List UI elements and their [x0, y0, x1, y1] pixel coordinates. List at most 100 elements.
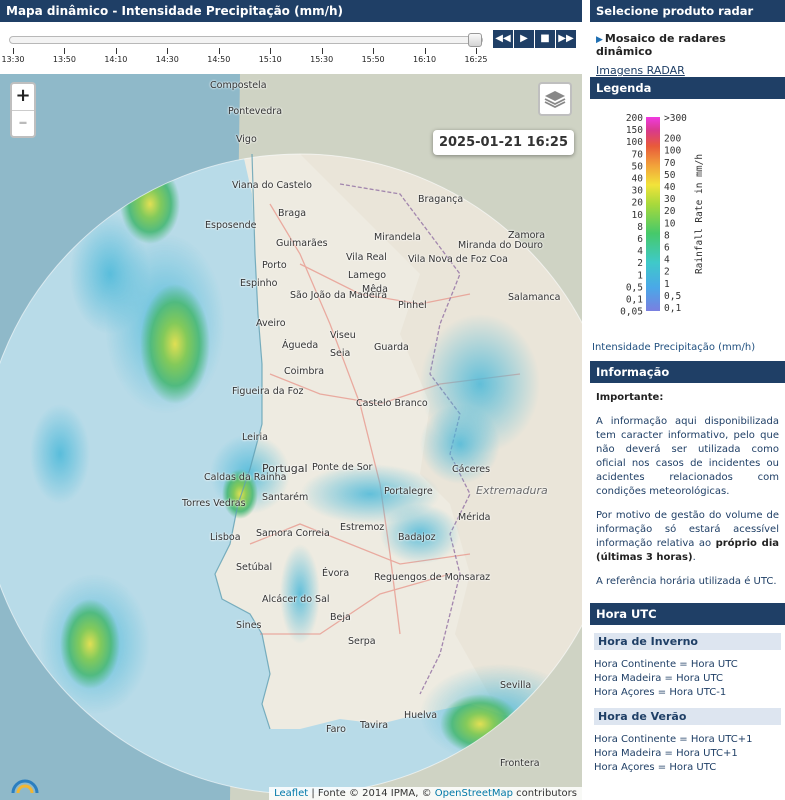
map-label-salamanca: Salamanca: [508, 292, 561, 303]
info-important-label: Importante: [596, 392, 660, 403]
time-tick-label[interactable]: 15:50: [362, 55, 385, 64]
winter-time-list: Hora Continente = Hora UTC Hora Madeira …: [590, 658, 785, 700]
time-tick-label[interactable]: 15:10: [259, 55, 282, 64]
map-label-braganca: Bragança: [418, 194, 464, 205]
info-panel: Importante: A informação aqui disponibil…: [590, 391, 785, 589]
time-slider-handle[interactable]: [468, 33, 482, 47]
map-label-santarem: Santarém: [262, 492, 309, 503]
legend-right-label: 70: [664, 158, 676, 169]
legend-left-label: 0,5: [626, 282, 643, 293]
time-tick-label[interactable]: 13:30: [1, 55, 24, 64]
time-tick-label[interactable]: 15:30: [310, 55, 333, 64]
legend-left-label: 2: [637, 258, 643, 269]
zoom-out-button[interactable]: –: [12, 110, 34, 136]
time-tick-label[interactable]: 13:50: [53, 55, 76, 64]
summer-madeira: Hora Madeira = Hora UTC+1: [594, 748, 738, 759]
radar-map[interactable]: Compostela Pontevedra Vigo Viana do Castelo…: [0, 74, 582, 800]
map-label-sines: Sines: [236, 620, 262, 631]
legend-right-label: 1: [664, 279, 670, 290]
time-tick-label[interactable]: 14:10: [104, 55, 127, 64]
map-label-badajoz: Badajoz: [398, 532, 436, 543]
map-label-evora: Évora: [322, 568, 350, 579]
time-tick-label[interactable]: 14:50: [207, 55, 230, 64]
legend-header: Legenda: [590, 77, 785, 99]
forward-button[interactable]: ▶▶: [556, 30, 576, 48]
layers-button[interactable]: [538, 82, 572, 116]
osm-link[interactable]: OpenStreetMap: [435, 788, 513, 799]
sidebar: Selecione produto radar ▶ Mosaico de rada…: [590, 0, 785, 800]
legend-left-label: 150: [626, 125, 643, 136]
radar-images-link[interactable]: Imagens RADAR: [596, 64, 685, 77]
map-label-seia: Seia: [330, 348, 351, 359]
stop-button[interactable]: ■: [535, 30, 555, 48]
legend-left-label: 8: [637, 222, 643, 233]
time-tick-label[interactable]: 16:10: [413, 55, 436, 64]
summer-time-header: Hora de Verão: [594, 708, 781, 725]
winter-madeira: Hora Madeira = Hora UTC: [594, 673, 723, 684]
legend-right-label: 30: [664, 194, 676, 205]
info-paragraph-3: A referência horária utilizada é UTC.: [596, 576, 777, 587]
map-label-guimaraes: Guimarães: [276, 238, 328, 249]
map-label-faro: Faro: [326, 724, 346, 735]
map-label-viana: Viana do Castelo: [232, 180, 312, 191]
map-label-setubal: Setúbal: [236, 562, 273, 573]
playback-controls: ◀◀ ▶ ■ ▶▶: [492, 30, 576, 48]
legend-left-label: 200: [626, 113, 643, 124]
map-label-samora: Samora Correia: [256, 528, 330, 539]
map-label-tavira: Tavira: [360, 720, 389, 731]
back-button[interactable]: ◀◀: [493, 30, 513, 48]
legend-left-label: 30: [632, 186, 644, 197]
legend-left-label: 10: [632, 210, 644, 221]
legend-left-label: 0,1: [626, 295, 643, 306]
legend-left-label: 4: [637, 246, 643, 257]
map-label-pinhel: Pinhel: [398, 300, 427, 311]
map-label-agueda: Águeda: [282, 340, 319, 351]
legend-right-label: 0,1: [664, 303, 681, 314]
info-important-colon: :: [659, 392, 664, 403]
time-tick: [270, 48, 272, 54]
winter-acores: Hora Açores = Hora UTC-1: [594, 687, 727, 698]
leaflet-link[interactable]: Leaflet: [274, 788, 308, 799]
info-important: Importante:: [596, 391, 779, 405]
map-label-meda: Mêda: [362, 284, 388, 295]
map-label-compostela: Compostela: [210, 80, 267, 91]
time-tick-label[interactable]: 14:30: [156, 55, 179, 64]
map-label-estremoz: Estremoz: [340, 522, 385, 533]
summer-time-list: Hora Continente = Hora UTC+1 Hora Madeir…: [590, 733, 785, 775]
legend-right-label: 200: [664, 134, 681, 145]
info-paragraph-2: Por motivo de gestão do volume de inform…: [596, 509, 779, 565]
time-slider[interactable]: [9, 33, 483, 47]
map-label-lisboa: Lisboa: [210, 532, 241, 543]
legend-left-label: 1: [637, 270, 643, 281]
left-column: Mapa dinâmico - Intensidade Precipitação…: [0, 0, 582, 800]
map-label-caldas: Caldas da Rainha: [204, 472, 287, 483]
legend-left-label: 20: [632, 198, 644, 209]
legend-right-label: 6: [664, 242, 670, 253]
zoom-in-button[interactable]: +: [12, 84, 34, 110]
map-label-leiria: Leiria: [242, 432, 268, 443]
info-p2-end: .: [692, 552, 696, 563]
legend-right-label: >300: [664, 113, 687, 124]
map-label-merida: Mérida: [458, 512, 491, 523]
legend-right-label: 10: [664, 218, 676, 229]
time-tick: [13, 48, 14, 54]
map-label-caceres: Cáceres: [452, 464, 491, 475]
legend-left-label: 0,05: [620, 307, 643, 318]
radar-selection: ▶ Mosaico de radares dinâmico Imagens RAD…: [590, 22, 785, 77]
map-timestamp: 2025-01-21 16:25: [432, 130, 574, 155]
legend-right-label: 100: [664, 146, 681, 157]
legend-right-label: 2: [664, 267, 670, 278]
map-label-frontera: Frontera: [500, 758, 540, 769]
map-label-esposende: Esposende: [205, 220, 257, 231]
layers-icon: [544, 91, 566, 109]
radar-product-item[interactable]: ▶ Mosaico de radares dinâmico: [596, 32, 779, 58]
time-tick-label[interactable]: 16:25: [464, 55, 487, 64]
time-tick: [167, 48, 169, 54]
map-label-pontevedra: Pontevedra: [228, 106, 283, 117]
legend-left-label: 50: [632, 161, 644, 172]
triangle-right-icon: ▶: [596, 35, 603, 45]
play-button[interactable]: ▶: [514, 30, 534, 48]
attribution-source: | Fonte © 2014 IPMA, ©: [308, 788, 435, 799]
legend-left-label: 100: [626, 137, 643, 148]
legend-right-label: 0,5: [664, 291, 681, 302]
